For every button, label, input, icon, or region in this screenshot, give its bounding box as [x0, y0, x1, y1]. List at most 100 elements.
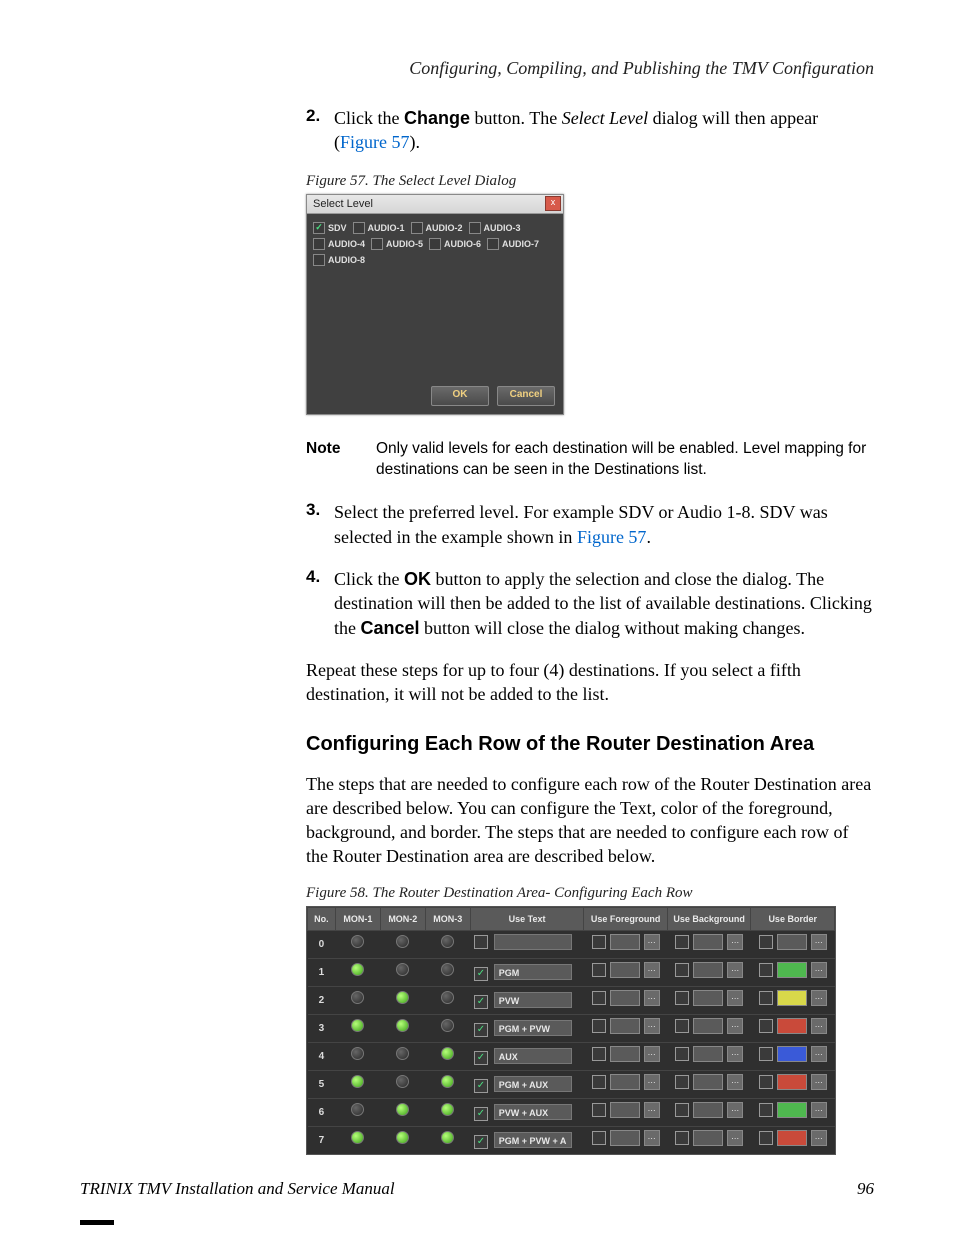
checkbox-icon[interactable]: ✓	[474, 967, 488, 981]
checkbox-icon[interactable]	[429, 238, 441, 250]
checkbox-icon[interactable]	[313, 254, 325, 266]
ellipsis-button[interactable]: …	[727, 934, 743, 950]
checkbox-icon[interactable]	[675, 1019, 689, 1033]
text-input[interactable]: AUX	[494, 1048, 572, 1064]
mon-indicator[interactable]	[380, 930, 425, 958]
mon-indicator[interactable]	[425, 1014, 470, 1042]
checkbox-icon[interactable]	[759, 1075, 773, 1089]
mon-indicator[interactable]	[425, 1042, 470, 1070]
mon-indicator[interactable]	[380, 1070, 425, 1098]
text-input[interactable]: PGM + PVW + A	[494, 1132, 572, 1148]
ellipsis-button[interactable]: …	[811, 1102, 827, 1118]
mon-indicator[interactable]	[335, 930, 380, 958]
checkbox-icon[interactable]	[675, 935, 689, 949]
ellipsis-button[interactable]: …	[727, 1046, 743, 1062]
checkbox-icon[interactable]	[675, 963, 689, 977]
mon-indicator[interactable]	[425, 958, 470, 986]
checkbox-icon[interactable]: ✓	[474, 1135, 488, 1149]
checkbox-icon[interactable]: ✓	[313, 222, 325, 234]
level-option[interactable]: ✓SDV	[313, 222, 347, 234]
text-input[interactable]: PGM + AUX	[494, 1076, 572, 1092]
checkbox-icon[interactable]	[759, 1019, 773, 1033]
checkbox-icon[interactable]	[675, 1075, 689, 1089]
mon-indicator[interactable]	[425, 930, 470, 958]
checkbox-icon[interactable]	[592, 991, 606, 1005]
level-option[interactable]: AUDIO-5	[371, 238, 423, 250]
level-option[interactable]: AUDIO-4	[313, 238, 365, 250]
text-input[interactable]: PGM + PVW	[494, 1020, 572, 1036]
checkbox-icon[interactable]	[759, 1131, 773, 1145]
checkbox-icon[interactable]	[675, 1131, 689, 1145]
ellipsis-button[interactable]: …	[727, 1130, 743, 1146]
text-input[interactable]: PGM	[494, 964, 572, 980]
checkbox-icon[interactable]	[675, 1103, 689, 1117]
checkbox-icon[interactable]	[353, 222, 365, 234]
mon-indicator[interactable]	[380, 958, 425, 986]
ellipsis-button[interactable]: …	[811, 934, 827, 950]
checkbox-icon[interactable]	[759, 935, 773, 949]
checkbox-icon[interactable]	[371, 238, 383, 250]
checkbox-icon[interactable]: ✓	[474, 1023, 488, 1037]
ellipsis-button[interactable]: …	[644, 1046, 660, 1062]
level-option[interactable]: AUDIO-8	[313, 254, 365, 266]
level-option[interactable]: AUDIO-7	[487, 238, 539, 250]
checkbox-icon[interactable]	[592, 935, 606, 949]
mon-indicator[interactable]	[425, 1126, 470, 1154]
checkbox-icon[interactable]	[759, 1047, 773, 1061]
ellipsis-button[interactable]: …	[811, 1046, 827, 1062]
ellipsis-button[interactable]: …	[727, 1102, 743, 1118]
checkbox-icon[interactable]	[592, 963, 606, 977]
ellipsis-button[interactable]: …	[644, 1102, 660, 1118]
level-option[interactable]: AUDIO-2	[411, 222, 463, 234]
mon-indicator[interactable]	[380, 986, 425, 1014]
checkbox-icon[interactable]	[411, 222, 423, 234]
text-input[interactable]: PVW	[494, 992, 572, 1008]
mon-indicator[interactable]	[380, 1098, 425, 1126]
checkbox-icon[interactable]	[474, 935, 488, 949]
checkbox-icon[interactable]	[675, 1047, 689, 1061]
mon-indicator[interactable]	[380, 1126, 425, 1154]
figure-57-link[interactable]: Figure 57	[340, 132, 410, 152]
checkbox-icon[interactable]: ✓	[474, 1079, 488, 1093]
text-input[interactable]	[494, 934, 572, 950]
ellipsis-button[interactable]: …	[644, 1018, 660, 1034]
mon-indicator[interactable]	[335, 958, 380, 986]
cancel-button[interactable]: Cancel	[497, 386, 555, 406]
mon-indicator[interactable]	[335, 1014, 380, 1042]
close-icon[interactable]: x	[545, 196, 561, 211]
checkbox-icon[interactable]	[759, 1103, 773, 1117]
level-option[interactable]: AUDIO-3	[469, 222, 521, 234]
mon-indicator[interactable]	[425, 986, 470, 1014]
ellipsis-button[interactable]: …	[644, 934, 660, 950]
checkbox-icon[interactable]	[592, 1047, 606, 1061]
ellipsis-button[interactable]: …	[811, 1018, 827, 1034]
checkbox-icon[interactable]	[592, 1075, 606, 1089]
text-input[interactable]: PVW + AUX	[494, 1104, 572, 1120]
checkbox-icon[interactable]: ✓	[474, 1051, 488, 1065]
checkbox-icon[interactable]	[759, 963, 773, 977]
ellipsis-button[interactable]: …	[644, 990, 660, 1006]
ellipsis-button[interactable]: …	[727, 1074, 743, 1090]
mon-indicator[interactable]	[425, 1070, 470, 1098]
checkbox-icon[interactable]	[469, 222, 481, 234]
ellipsis-button[interactable]: …	[644, 962, 660, 978]
figure-57-link[interactable]: Figure 57	[577, 527, 647, 547]
checkbox-icon[interactable]	[592, 1103, 606, 1117]
level-option[interactable]: AUDIO-1	[353, 222, 405, 234]
ellipsis-button[interactable]: …	[727, 1018, 743, 1034]
checkbox-icon[interactable]	[592, 1131, 606, 1145]
ellipsis-button[interactable]: …	[811, 990, 827, 1006]
ellipsis-button[interactable]: …	[811, 1130, 827, 1146]
ellipsis-button[interactable]: …	[644, 1074, 660, 1090]
mon-indicator[interactable]	[380, 1014, 425, 1042]
ellipsis-button[interactable]: …	[811, 962, 827, 978]
ok-button[interactable]: OK	[431, 386, 489, 406]
checkbox-icon[interactable]	[313, 238, 325, 250]
checkbox-icon[interactable]: ✓	[474, 1107, 488, 1121]
checkbox-icon[interactable]	[592, 1019, 606, 1033]
ellipsis-button[interactable]: …	[644, 1130, 660, 1146]
level-option[interactable]: AUDIO-6	[429, 238, 481, 250]
ellipsis-button[interactable]: …	[727, 962, 743, 978]
checkbox-icon[interactable]	[675, 991, 689, 1005]
mon-indicator[interactable]	[335, 1126, 380, 1154]
